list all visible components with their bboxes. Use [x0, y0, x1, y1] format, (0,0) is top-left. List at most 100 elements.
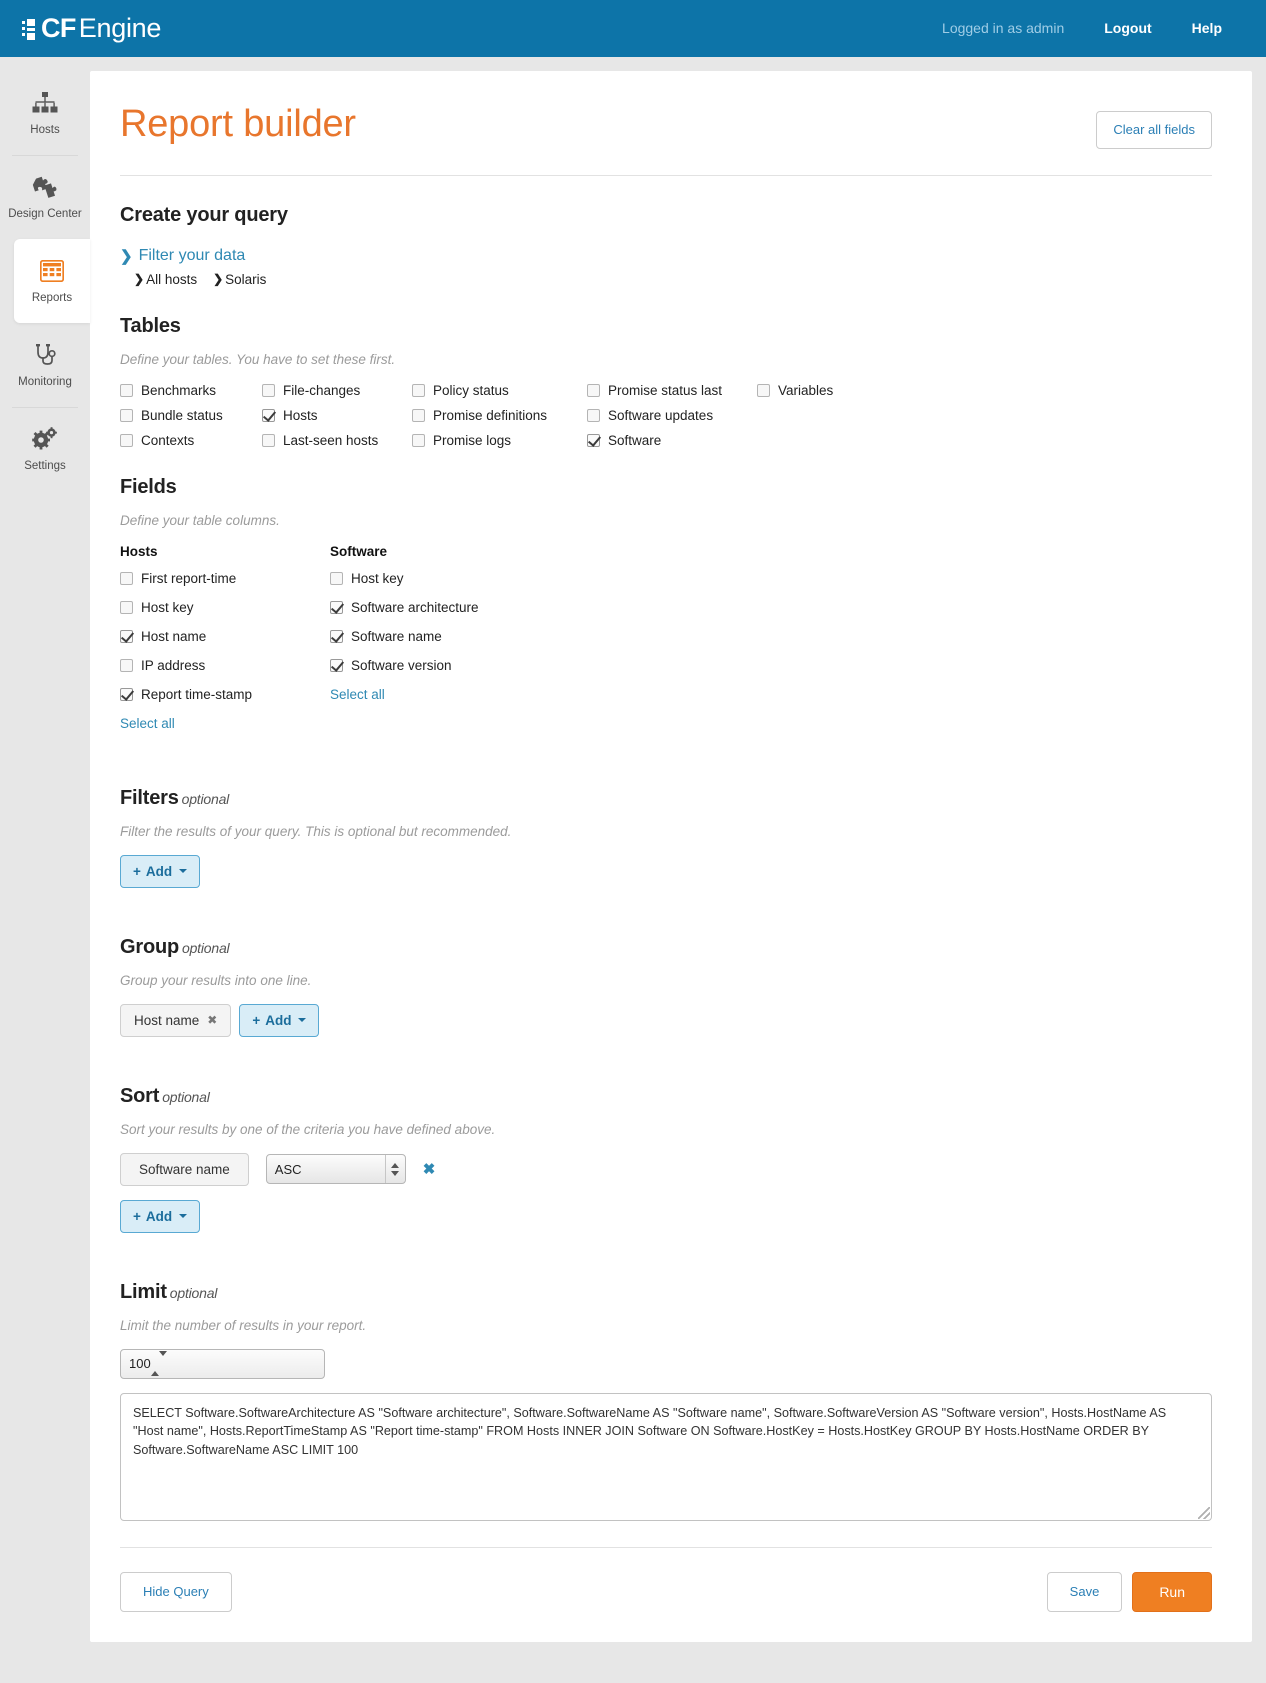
checkbox-icon[interactable] [330, 629, 343, 643]
sidebar-item-design-center[interactable]: Design Center [0, 155, 90, 239]
breadcrumb-item-solaris[interactable]: ❯ Solaris [213, 272, 266, 287]
breadcrumb-item-all-hosts[interactable]: ❯ All hosts [134, 272, 197, 287]
table-checkbox-contexts[interactable]: Contexts [120, 433, 262, 448]
field-checkbox-host-key[interactable]: Host key [120, 600, 330, 615]
table-checkbox-policy-status[interactable]: Policy status [412, 383, 587, 398]
sort-field-pill[interactable]: Software name [120, 1152, 249, 1186]
cfengine-logo[interactable]: CF Engine [22, 15, 161, 42]
table-checkbox-variables[interactable]: Variables [757, 383, 907, 398]
checkbox-icon[interactable] [120, 600, 133, 614]
checkbox-icon[interactable] [330, 658, 343, 672]
checkbox-icon[interactable] [587, 383, 600, 397]
checkbox-icon[interactable] [120, 433, 133, 447]
sidebar-item-label: Settings [24, 460, 66, 472]
filter-your-data-link[interactable]: ❯ Filter your data [120, 247, 245, 265]
checkbox-icon[interactable] [757, 383, 770, 397]
limit-hint: Limit the number of results in your repo… [120, 1317, 367, 1333]
table-checkbox-promise-definitions[interactable]: Promise definitions [412, 408, 587, 423]
save-button[interactable]: Save [1046, 1571, 1123, 1613]
select-all-hosts-link[interactable]: Select all [120, 716, 175, 731]
checkbox-label: Promise definitions [433, 407, 548, 423]
field-checkbox-software-version[interactable]: Software version [330, 658, 590, 673]
breadcrumb-label: Solaris [225, 271, 267, 287]
field-checkbox-first-report-time[interactable]: First report-time [120, 571, 330, 586]
checkbox-label: Software updates [608, 407, 714, 423]
filters-add-button[interactable]: + Add [120, 854, 201, 888]
checkbox-icon[interactable] [120, 408, 133, 422]
chevron-down-icon [179, 1214, 188, 1219]
select-spinner-icon[interactable] [384, 1155, 405, 1184]
field-checkbox-software-name[interactable]: Software name [330, 629, 590, 644]
table-checkbox-bundle-status[interactable]: Bundle status [120, 408, 262, 423]
table-checkbox-last-seen-hosts[interactable]: Last-seen hosts [262, 433, 412, 448]
group-tag-host-name[interactable]: Host name ✖ [120, 1003, 232, 1037]
limit-heading-text: Limit [120, 1280, 167, 1303]
sort-direction-select[interactable]: ASC [265, 1154, 406, 1185]
limit-optional-tag: optional [169, 1284, 218, 1301]
sidebar-item-reports[interactable]: Reports [14, 239, 90, 323]
checkbox-label: First report-time [141, 570, 237, 586]
sort-add-button[interactable]: + Add [120, 1199, 201, 1233]
select-all-software-link[interactable]: Select all [330, 687, 385, 702]
checkbox-icon[interactable] [412, 383, 425, 397]
checkbox-icon[interactable] [587, 433, 600, 447]
checkbox-icon[interactable] [587, 408, 600, 422]
breadcrumb-label: All hosts [146, 271, 198, 287]
filters-hint: Filter the results of your query. This i… [120, 823, 512, 839]
table-checkbox-promise-status-last[interactable]: Promise status last [587, 383, 757, 398]
sidebar-item-hosts[interactable]: Hosts [0, 71, 90, 155]
number-spinner-icon[interactable] [150, 1351, 167, 1377]
field-checkbox-software-host-key[interactable]: Host key [330, 571, 590, 586]
checkbox-icon[interactable] [262, 408, 275, 422]
table-checkbox-promise-logs[interactable]: Promise logs [412, 433, 587, 448]
field-checkbox-software-architecture[interactable]: Software architecture [330, 600, 590, 615]
fields-group-title: Hosts [120, 543, 158, 559]
checkbox-icon[interactable] [412, 433, 425, 447]
checkbox-icon[interactable] [262, 383, 275, 397]
checkbox-icon[interactable] [262, 433, 275, 447]
checkbox-icon[interactable] [120, 571, 133, 585]
checkbox-icon[interactable] [120, 629, 133, 643]
fields-hint: Define your table columns. [120, 512, 280, 528]
field-checkbox-report-time-stamp[interactable]: Report time-stamp [120, 687, 330, 702]
resize-grip-icon[interactable] [1198, 1506, 1210, 1519]
sql-query-textarea[interactable]: SELECT Software.SoftwareArchitecture AS … [120, 1392, 1212, 1521]
table-checkbox-software[interactable]: Software [587, 433, 757, 448]
brand-engine-text: Engine [78, 13, 162, 43]
hide-query-button[interactable]: Hide Query [120, 1572, 232, 1612]
filters-add-label: Add [145, 863, 173, 879]
sort-add-label: Add [145, 1208, 173, 1224]
checkbox-icon[interactable] [120, 658, 133, 672]
run-button[interactable]: Run [1132, 1571, 1212, 1613]
group-tag-row: Host name ✖ + Add [120, 1003, 1212, 1037]
sort-heading: Sort optional [120, 1085, 1212, 1108]
group-optional-tag: optional [182, 939, 230, 956]
table-checkbox-benchmarks[interactable]: Benchmarks [120, 383, 262, 398]
checkbox-icon[interactable] [120, 383, 133, 397]
checkbox-label: Host key [141, 599, 194, 615]
logout-link[interactable]: Logout [1084, 0, 1171, 57]
help-link[interactable]: Help [1172, 0, 1242, 57]
checkbox-icon[interactable] [330, 600, 343, 614]
checkbox-icon[interactable] [330, 571, 343, 585]
remove-icon[interactable]: ✖ [207, 1013, 217, 1027]
panel-footer: Hide Query Save Run [120, 1546, 1212, 1613]
table-checkbox-software-updates[interactable]: Software updates [587, 408, 757, 423]
filters-optional-tag: optional [181, 790, 230, 807]
clear-all-fields-button[interactable]: Clear all fields [1096, 111, 1212, 149]
checkbox-label: Report time-stamp [141, 686, 253, 702]
table-checkbox-hosts[interactable]: Hosts [262, 408, 412, 423]
table-checkbox-file-changes[interactable]: File-changes [262, 383, 412, 398]
logged-in-label: Logged in as admin [942, 20, 1065, 36]
checkbox-label: Software architecture [351, 599, 479, 615]
sidebar-item-settings[interactable]: Settings [0, 407, 90, 491]
limit-number-input[interactable]: 100 [120, 1348, 325, 1379]
group-add-button[interactable]: + Add [239, 1003, 320, 1037]
checkbox-icon[interactable] [120, 687, 133, 701]
field-checkbox-ip-address[interactable]: IP address [120, 658, 330, 673]
field-checkbox-host-name[interactable]: Host name [120, 629, 330, 644]
sidebar-item-monitoring[interactable]: Monitoring [0, 323, 90, 407]
checkbox-label: Software name [351, 628, 442, 644]
checkbox-icon[interactable] [412, 408, 425, 422]
remove-sort-button[interactable]: ✖ [423, 1160, 436, 1178]
